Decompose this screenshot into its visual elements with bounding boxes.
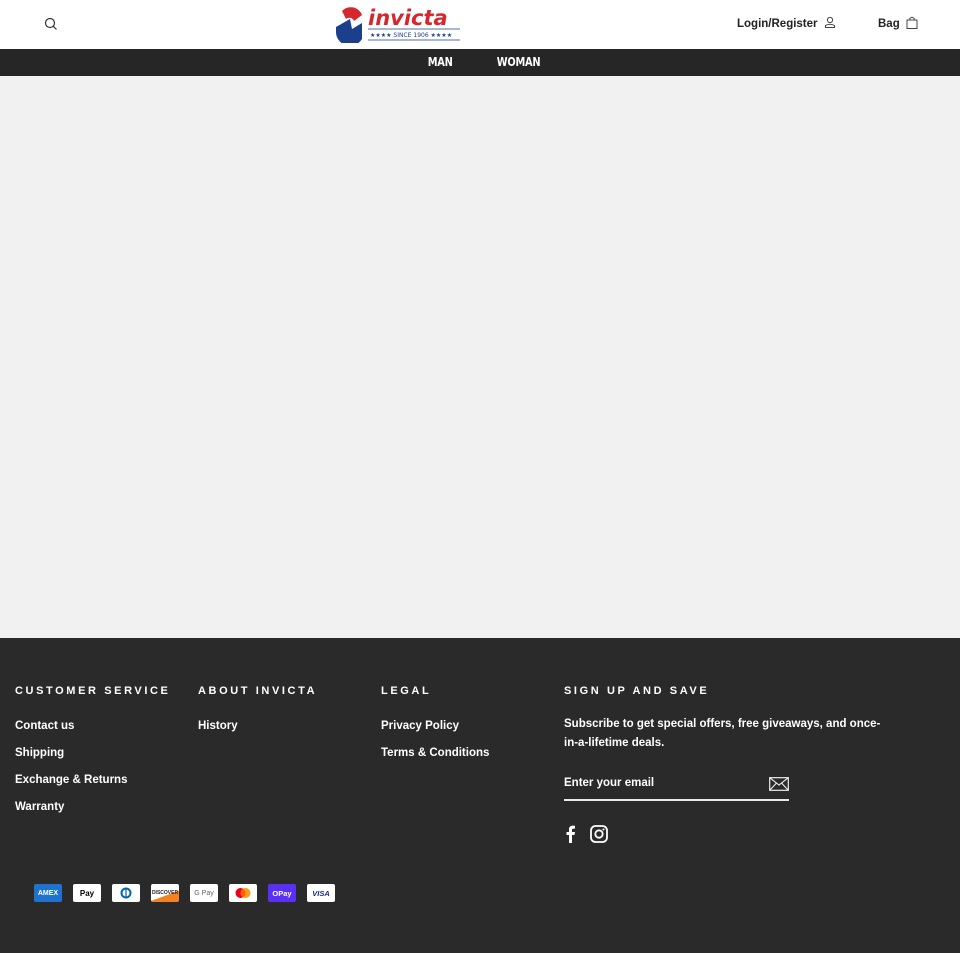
facebook-icon[interactable] bbox=[564, 825, 576, 848]
amex-icon: AMEX bbox=[34, 884, 62, 902]
footer-legal: LEGAL Privacy Policy Terms & Conditions bbox=[381, 685, 489, 773]
footer-link-warranty[interactable]: Warranty bbox=[15, 800, 171, 814]
apple-pay-icon: Pay bbox=[73, 884, 101, 902]
google-pay-icon: G Pay bbox=[190, 884, 218, 902]
discover-icon: DISCOVER bbox=[151, 884, 179, 902]
payment-methods: AMEX Pay DISCOVER G Pay OPay VISA bbox=[34, 884, 335, 902]
footer-link-terms[interactable]: Terms & Conditions bbox=[381, 746, 489, 760]
footer-heading: ABOUT INVICTA bbox=[198, 685, 318, 697]
brand-wordmark: invicta bbox=[368, 6, 448, 30]
envelope-icon[interactable] bbox=[769, 777, 789, 791]
nav-item-woman[interactable]: WOMAN bbox=[497, 55, 541, 69]
user-icon bbox=[824, 16, 836, 31]
footer-about: ABOUT INVICTA History bbox=[198, 685, 317, 746]
mastercard-icon bbox=[229, 884, 257, 902]
email-signup-form bbox=[564, 771, 789, 801]
site-footer: CUSTOMER SERVICE Contact us Shipping Exc… bbox=[0, 638, 960, 953]
footer-link-exchange-returns[interactable]: Exchange & Returns bbox=[15, 773, 171, 787]
footer-link-shipping[interactable]: Shipping bbox=[15, 746, 171, 760]
shopping-bag-icon bbox=[906, 16, 918, 32]
footer-link-privacy[interactable]: Privacy Policy bbox=[381, 719, 489, 733]
instagram-icon[interactable] bbox=[590, 825, 608, 848]
shop-pay-icon: OPay bbox=[268, 884, 296, 902]
site-header: invicta ★★★★ SINCE 1906 ★★★★ Login/Regis… bbox=[0, 0, 960, 49]
footer-heading: CUSTOMER SERVICE bbox=[15, 685, 171, 697]
footer-link-history[interactable]: History bbox=[198, 719, 317, 733]
footer-customer-service: CUSTOMER SERVICE Contact us Shipping Exc… bbox=[15, 685, 171, 827]
brand-tagline: ★★★★ SINCE 1906 ★★★★ bbox=[370, 32, 452, 39]
footer-heading: SIGN UP AND SAVE bbox=[564, 685, 710, 697]
main-nav: MAN WOMAN bbox=[0, 49, 960, 76]
bag-label: Bag bbox=[878, 18, 900, 30]
footer-heading: LEGAL bbox=[381, 685, 432, 697]
bag-link[interactable]: Bag bbox=[878, 16, 918, 32]
nav-item-man[interactable]: MAN bbox=[428, 55, 453, 69]
diners-club-icon bbox=[112, 884, 140, 902]
email-input[interactable] bbox=[564, 771, 754, 795]
social-links bbox=[564, 825, 894, 848]
footer-signup: SIGN UP AND SAVE Subscribe to get specia… bbox=[564, 685, 894, 848]
signup-description: Subscribe to get special offers, free gi… bbox=[564, 718, 881, 749]
footer-link-contact[interactable]: Contact us bbox=[15, 719, 171, 733]
login-register-link[interactable]: Login/Register bbox=[737, 16, 836, 31]
brand-logo[interactable]: invicta ★★★★ SINCE 1906 ★★★★ bbox=[334, 5, 462, 46]
login-label: Login/Register bbox=[737, 17, 818, 30]
main-content bbox=[0, 76, 960, 638]
search-icon[interactable] bbox=[44, 17, 58, 31]
visa-icon: VISA bbox=[307, 884, 335, 902]
